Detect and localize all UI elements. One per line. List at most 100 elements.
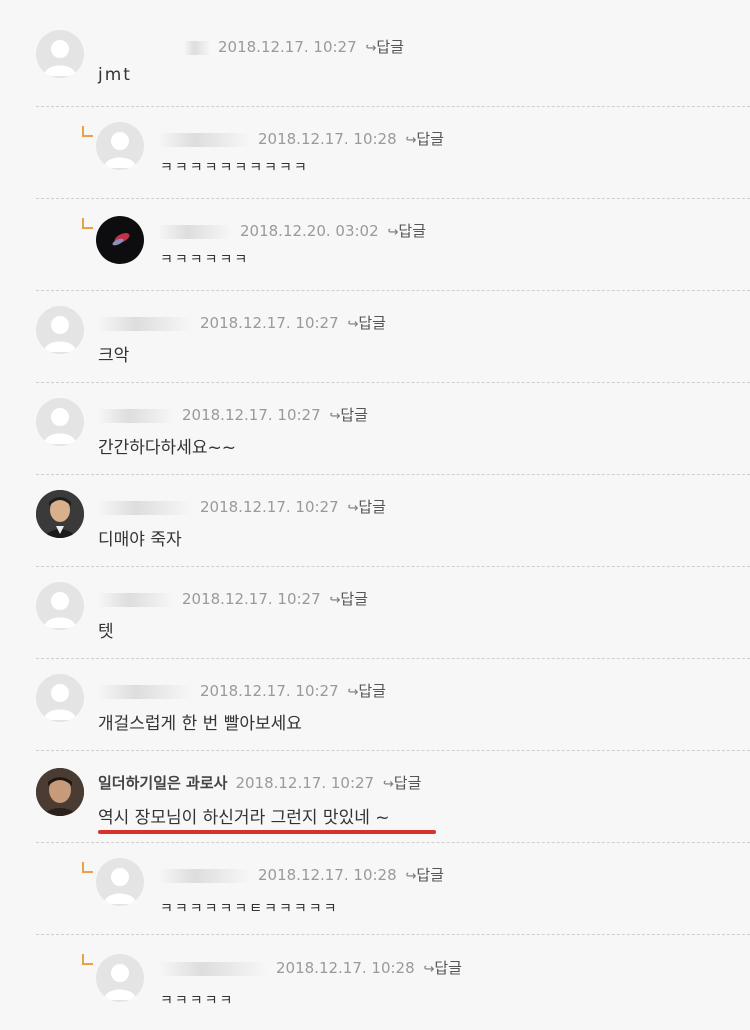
divider (36, 382, 750, 383)
reply-indicator-icon (82, 126, 93, 137)
comment-date: 2018.12.17. 10:27 (182, 406, 321, 424)
comment-meta: 2018.12.17. 10:28 ↪답글 (158, 864, 444, 885)
reply-arrow-icon: ↪ (329, 593, 341, 608)
comment-date: 2018.12.17. 10:27 (200, 682, 339, 700)
comment-item: 2018.12.17. 10:27 ↪답글 크악 (0, 296, 750, 386)
person-photo-avatar[interactable] (36, 768, 84, 816)
reply-button[interactable]: ↪답글 (347, 498, 386, 516)
comment-meta: 2018.12.17. 10:27 ↪답글 (98, 404, 368, 425)
reply-arrow-icon: ↪ (347, 501, 359, 516)
comment-meta: 2018.12.20. 03:02 ↪답글 (158, 220, 426, 241)
reply-button[interactable]: ↪답글 (423, 959, 462, 977)
comment-item-highlighted: 일더하기일은 과로사 2018.12.17. 10:27 ↪답글 역시 장모님이 … (0, 756, 750, 846)
redacted-nickname (98, 408, 174, 423)
comment-meta: 2018.12.17. 10:28 ↪답글 (158, 957, 462, 978)
default-avatar[interactable] (36, 674, 84, 722)
redacted-nickname (184, 40, 210, 55)
reply-button[interactable]: ↪답글 (365, 38, 404, 56)
reply-arrow-icon: ↪ (423, 962, 435, 977)
comment-item: 2018.12.17. 10:27 ↪답글 간간하다하세요~~ (0, 388, 750, 478)
reply-button[interactable]: ↪답글 (405, 866, 444, 884)
comment-text: 크악 (98, 346, 130, 366)
comment-date: 2018.12.20. 03:02 (240, 222, 379, 240)
divider (36, 106, 750, 107)
reply-arrow-icon: ↪ (405, 869, 417, 884)
default-avatar[interactable] (36, 30, 84, 78)
comment-meta: 2018.12.17. 10:27 ↪답글 (98, 680, 386, 701)
reply-item: 2018.12.17. 10:28 ↪답글 ㅋㅋㅋㅋㅋㅋㅋㅋㅋㅋ (0, 112, 750, 202)
comment-date: 2018.12.17. 10:28 (258, 130, 397, 148)
reply-indicator-icon (82, 862, 93, 873)
comment-text: 개걸스럽게 한 번 빨아보세요 (98, 714, 302, 734)
comment-text: 간간하다하세요~~ (98, 438, 236, 458)
default-avatar[interactable] (96, 122, 144, 170)
comment-date: 2018.12.17. 10:28 (258, 866, 397, 884)
reply-button[interactable]: ↪답글 (387, 222, 426, 240)
reply-item: 2018.12.20. 03:02 ↪답글 ㅋㅋㅋㅋㅋㅋ (0, 204, 750, 294)
reply-button[interactable]: ↪답글 (329, 590, 368, 608)
comment-date: 2018.12.17. 10:27 (200, 498, 339, 516)
highlight-underline (98, 830, 436, 834)
comment-text: ㅋㅋㅋㅋㅋ (160, 993, 235, 1009)
reply-arrow-icon: ↪ (405, 133, 417, 148)
reply-button[interactable]: ↪답글 (405, 130, 444, 148)
comment-text: 역시 장모님이 하신거라 그런지 맛있네 ~ (98, 808, 390, 828)
comment-meta: 2018.12.17. 10:27 ↪답글 (184, 36, 404, 57)
redacted-nickname (158, 224, 232, 239)
redacted-nickname (98, 592, 174, 607)
comment-meta: 2018.12.17. 10:27 ↪답글 (98, 496, 386, 517)
redacted-nickname (98, 684, 192, 699)
comment-date: 2018.12.17. 10:27 (182, 590, 321, 608)
comment-nickname[interactable]: 일더하기일은 과로사 (98, 774, 227, 792)
comment-item: 2018.12.17. 10:27 ↪답글 개걸스럽게 한 번 빨아보세요 (0, 664, 750, 754)
divider (36, 658, 750, 659)
default-avatar[interactable] (36, 582, 84, 630)
reply-button[interactable]: ↪답글 (329, 406, 368, 424)
comment-date: 2018.12.17. 10:27 (200, 314, 339, 332)
comment-meta: 일더하기일은 과로사 2018.12.17. 10:27 ↪답글 (98, 772, 421, 793)
default-avatar[interactable] (36, 398, 84, 446)
comment-meta: 2018.12.17. 10:28 ↪답글 (158, 128, 444, 149)
reply-button[interactable]: ↪답글 (383, 774, 422, 792)
comment-item: 2018.12.17. 10:27 ↪답글 jmt (0, 20, 750, 110)
reply-item: 2018.12.17. 10:28 ↪답글 ㅋㅋㅋㅋㅋㅋㅌㅋㅋㅋㅋㅋ (0, 848, 750, 938)
comment-item: 2018.12.17. 10:27 ↪답글 텟 (0, 572, 750, 662)
divider (36, 842, 750, 843)
comment-text: jmt (98, 65, 132, 85)
reply-indicator-icon (82, 954, 93, 965)
comment-date: 2018.12.17. 10:27 (218, 38, 357, 56)
divider (36, 198, 750, 199)
divider (36, 566, 750, 567)
reply-button[interactable]: ↪답글 (347, 682, 386, 700)
divider (36, 474, 750, 475)
redacted-nickname (98, 500, 192, 515)
reply-arrow-icon: ↪ (365, 41, 377, 56)
redacted-nickname (158, 868, 250, 883)
comment-date: 2018.12.17. 10:27 (235, 774, 375, 792)
comment-text: ㅋㅋㅋㅋㅋㅋ (160, 252, 250, 268)
dark-logo-avatar[interactable] (96, 216, 144, 264)
divider (36, 290, 750, 291)
comment-meta: 2018.12.17. 10:27 ↪답글 (98, 312, 386, 333)
redacted-nickname (158, 132, 250, 147)
reply-arrow-icon: ↪ (329, 409, 341, 424)
comment-meta: 2018.12.17. 10:27 ↪답글 (98, 588, 368, 609)
comment-text: ㅋㅋㅋㅋㅋㅋㅌㅋㅋㅋㅋㅋ (160, 901, 339, 917)
default-avatar[interactable] (96, 954, 144, 1002)
redacted-nickname (98, 316, 192, 331)
redacted-nickname (158, 961, 268, 976)
comment-text: 텟 (98, 622, 114, 642)
reply-arrow-icon: ↪ (382, 777, 394, 792)
reply-button[interactable]: ↪답글 (347, 314, 386, 332)
reply-arrow-icon: ↪ (387, 225, 399, 240)
divider (36, 750, 750, 751)
default-avatar[interactable] (36, 306, 84, 354)
default-avatar[interactable] (96, 858, 144, 906)
comment-date: 2018.12.17. 10:28 (276, 959, 415, 977)
divider (36, 934, 750, 935)
person-photo-avatar[interactable] (36, 490, 84, 538)
comment-item: 2018.12.17. 10:27 ↪답글 디매야 죽자 (0, 480, 750, 570)
reply-arrow-icon: ↪ (347, 317, 359, 332)
comment-text: 디매야 죽자 (98, 530, 182, 550)
comment-text: ㅋㅋㅋㅋㅋㅋㅋㅋㅋㅋ (160, 160, 309, 176)
